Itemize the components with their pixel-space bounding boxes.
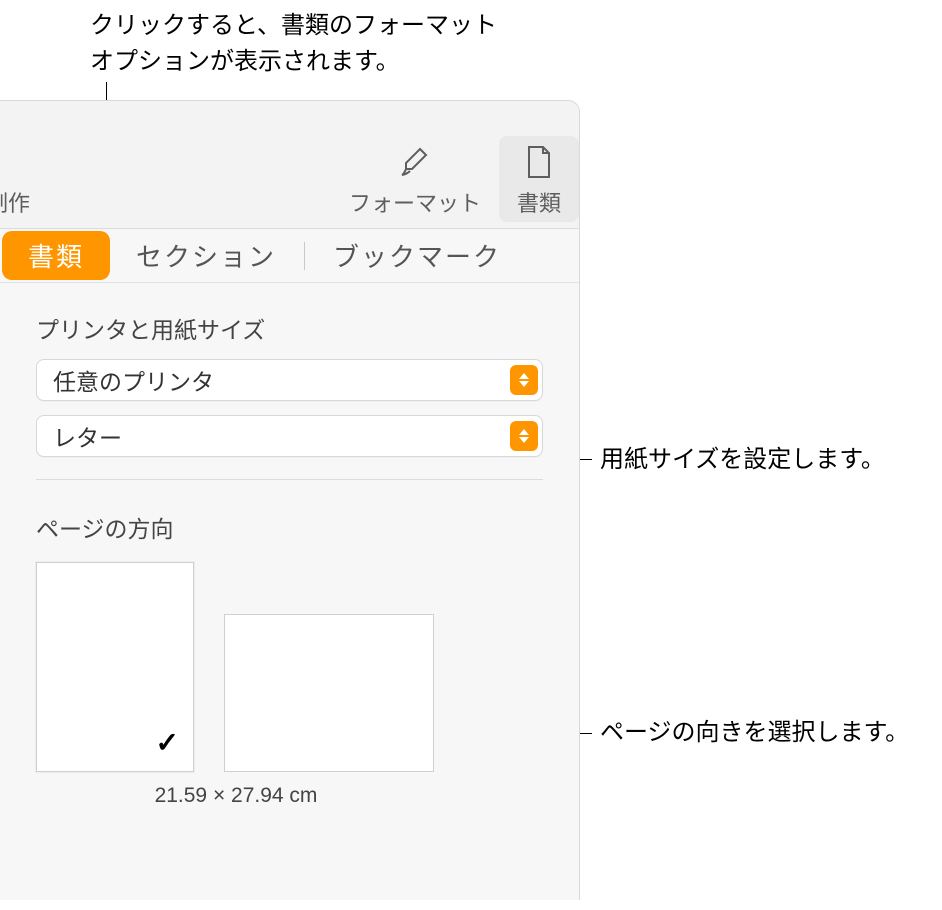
toolbar: 制作 フォーマット 書類 xyxy=(0,101,579,229)
toolbar-label: フォーマット xyxy=(349,186,481,218)
toolbar-item-collaborate[interactable]: 制作 xyxy=(0,136,48,222)
tab-strip: 書類 セクション ブックマーク xyxy=(0,229,579,283)
chevron-up-down-icon xyxy=(510,365,538,395)
toolbar-label: 書類 xyxy=(517,186,561,218)
paper-size-popup[interactable]: レター xyxy=(36,415,543,457)
panel-content: プリンタと用紙サイズ 任意のプリンタ レター ページの方向 ✓ 21.59 × … xyxy=(0,283,579,808)
document-inspector-panel: 制作 フォーマット 書類 書類 セクション ブ xyxy=(0,100,580,900)
divider xyxy=(36,479,543,480)
paper-size-popup-value: レター xyxy=(53,419,122,453)
section-title-orientation: ページの方向 xyxy=(36,510,543,544)
callout-paper-size: 用紙サイズを設定します。 xyxy=(600,442,885,478)
callout-format-options: クリックすると、書類のフォーマットオプションが表示されます。 xyxy=(90,8,510,80)
paintbrush-icon xyxy=(398,142,432,182)
orientation-options: ✓ xyxy=(36,562,543,772)
tab-bookmark[interactable]: ブックマーク xyxy=(307,231,527,280)
callout-orientation: ページの向きを選択します。 xyxy=(600,715,909,751)
check-icon: ✓ xyxy=(156,726,179,759)
toolbar-item-format[interactable]: フォーマット xyxy=(331,136,499,222)
document-icon xyxy=(525,142,553,182)
orientation-portrait[interactable]: ✓ xyxy=(36,562,194,772)
chevron-up-down-icon xyxy=(510,421,538,451)
page-dimensions-label: 21.59 × 27.94 cm xyxy=(36,784,436,808)
tab-separator xyxy=(304,242,305,270)
tab-section[interactable]: セクション xyxy=(110,231,302,280)
printer-popup[interactable]: 任意のプリンタ xyxy=(36,359,543,401)
collaborate-icon xyxy=(0,142,30,182)
orientation-landscape[interactable] xyxy=(224,614,434,772)
tab-document[interactable]: 書類 xyxy=(2,231,110,280)
toolbar-item-document[interactable]: 書類 xyxy=(499,136,579,222)
section-title-printer-paper: プリンタと用紙サイズ xyxy=(36,311,543,345)
toolbar-label: 制作 xyxy=(0,186,30,218)
printer-popup-value: 任意のプリンタ xyxy=(53,363,214,397)
